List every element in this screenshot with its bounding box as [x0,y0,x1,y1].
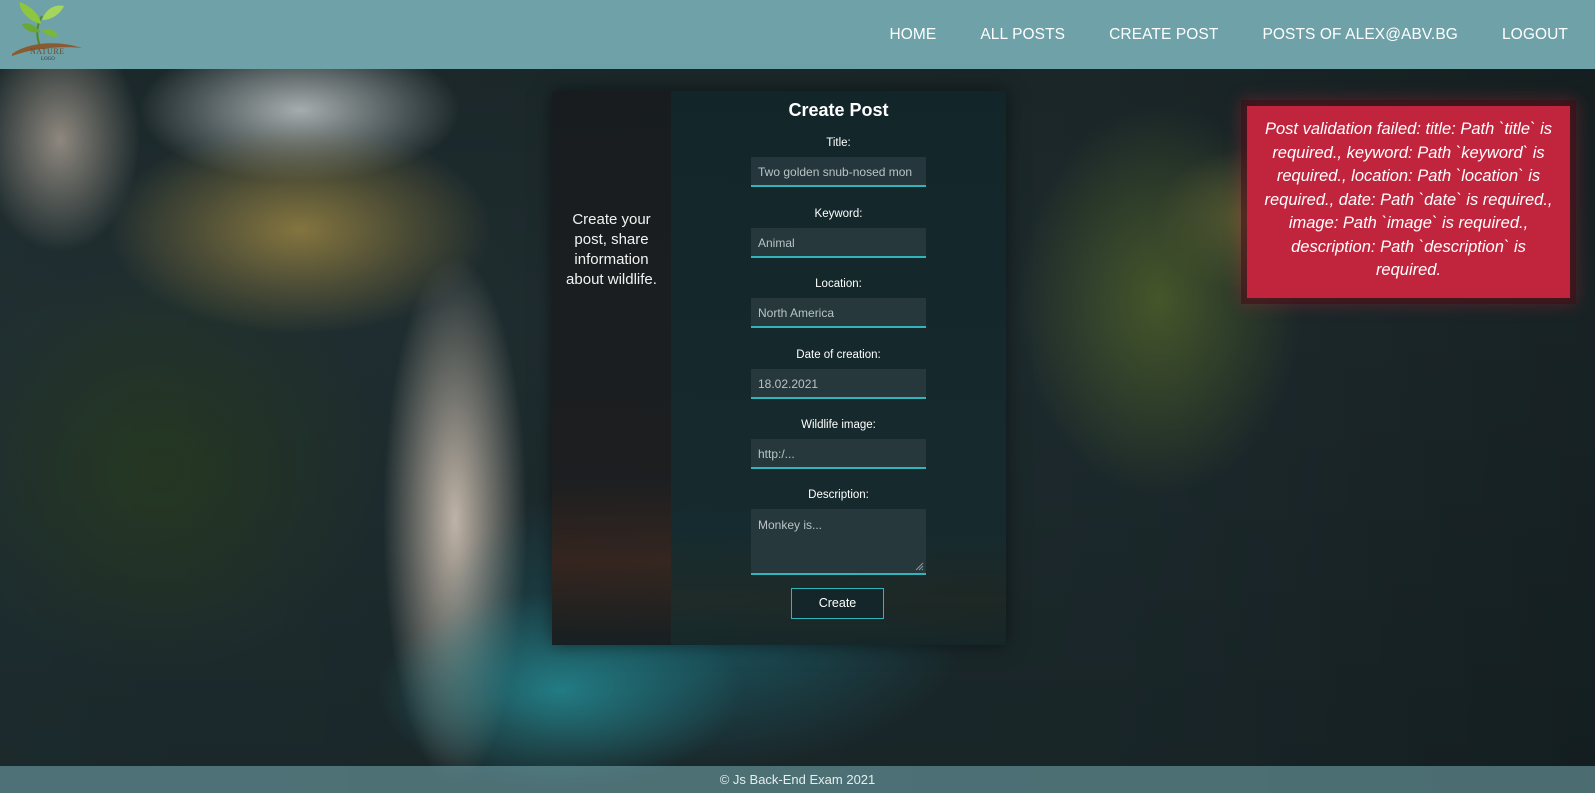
footer-copyright: © Js Back-End Exam 2021 [719,772,876,787]
title-input[interactable]: Two golden snub-nosed mon [751,157,926,187]
nav-create-post-link[interactable]: CREATE POST [1109,26,1218,44]
image-field-group: Wildlife image: http:/... [671,419,1006,469]
date-input[interactable]: 18.02.2021 [751,369,926,399]
title-label: Title: [826,137,851,149]
description-textarea[interactable]: Monkey is... [751,509,926,575]
logo-word: NATURE [30,47,65,56]
description-placeholder: Monkey is... [758,518,823,532]
form-title: Create Post [788,100,889,120]
site-footer: © Js Back-End Exam 2021 [0,766,1595,793]
keyword-label: Keyword: [814,208,863,220]
nav-home-link[interactable]: HOME [889,26,936,44]
site-header: NATURE LOGO HOME ALL POSTS CREATE POST P… [0,0,1595,69]
image-url-input[interactable]: http:/... [751,439,926,469]
form-actions: Create [671,579,1006,645]
description-label: Description: [808,489,869,501]
card-sidebar: Create your post, share information abou… [552,91,671,645]
nav-my-posts-link[interactable]: POSTS OF ALEX@ABV.BG [1262,26,1458,44]
location-label: Location: [815,278,862,290]
create-post-form: Create Post Title: Two golden snub-nosed… [671,91,1006,645]
title-field-group: Title: Two golden snub-nosed mon [671,137,1006,187]
nav-all-posts-link[interactable]: ALL POSTS [980,26,1065,44]
sidebar-tagline: Create your post, share information abou… [566,211,657,288]
create-button[interactable]: Create [791,588,884,619]
keyword-input[interactable]: Animal [751,228,926,258]
resize-handle-icon[interactable] [914,561,924,571]
date-label: Date of creation: [796,349,881,361]
nav-logout-link[interactable]: LOGOUT [1502,26,1568,44]
main-nav: HOME ALL POSTS CREATE POST POSTS OF ALEX… [845,0,1568,69]
validation-error-box: Post validation failed: title: Path `tit… [1247,106,1570,298]
logo-subtext: LOGO [41,57,55,62]
date-field-group: Date of creation: 18.02.2021 [671,349,1006,399]
location-input[interactable]: North America [751,298,926,328]
keyword-field-group: Keyword: Animal [671,208,1006,258]
create-post-card: Create your post, share information abou… [552,91,1006,645]
error-message: Post validation failed: title: Path `tit… [1264,120,1553,279]
description-field-group: Description: Monkey is... [671,489,1006,575]
site-logo[interactable]: NATURE LOGO [6,0,86,69]
location-field-group: Location: North America [671,278,1006,328]
image-label: Wildlife image: [801,419,876,431]
